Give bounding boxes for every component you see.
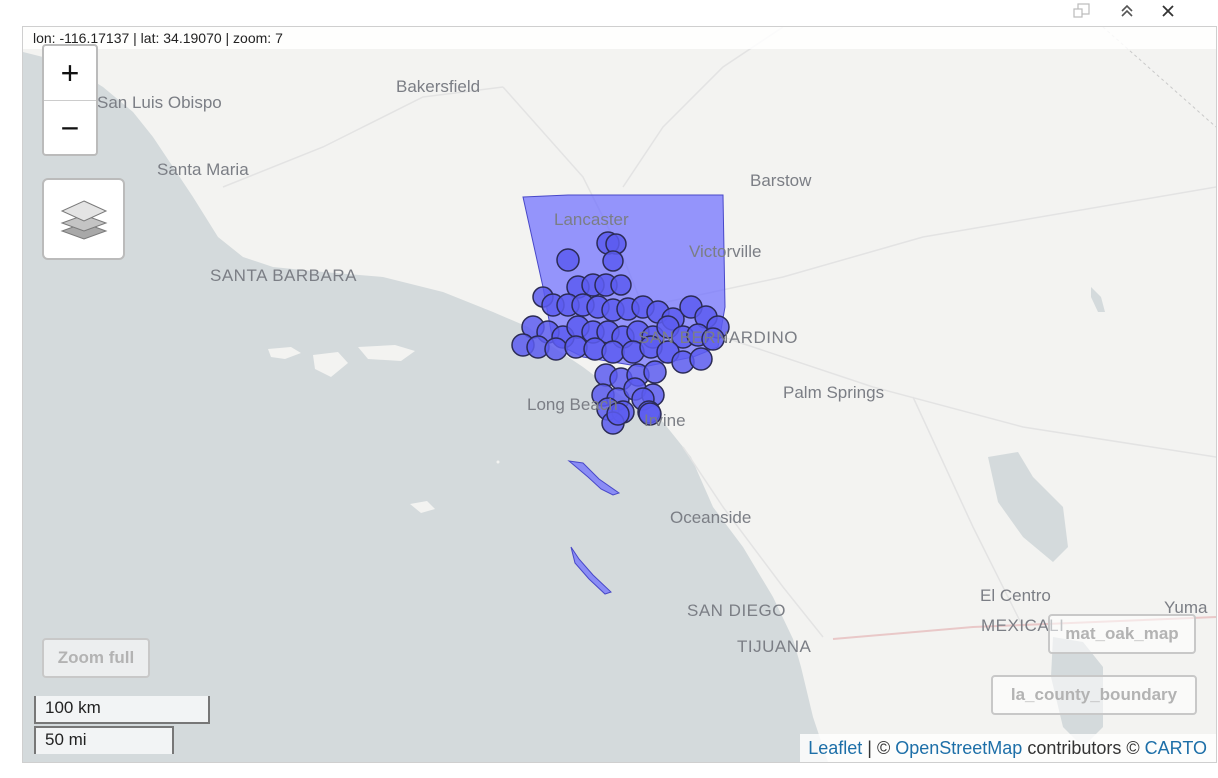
label-victorville: Victorville <box>689 242 762 261</box>
label-barstow: Barstow <box>750 171 812 190</box>
label-santa-barbara: SANTA BARBARA <box>210 266 357 285</box>
zoom-full-button[interactable]: Zoom full <box>42 638 150 678</box>
attribution-contributors: contributors © <box>1022 738 1145 758</box>
leaflet-link[interactable]: Leaflet <box>808 738 862 758</box>
scale-bar-mi: 50 mi <box>34 726 174 754</box>
openstreetmap-link[interactable]: OpenStreetMap <box>895 738 1022 758</box>
zoom-in-button[interactable]: + <box>44 46 96 101</box>
carto-link[interactable]: CARTO <box>1145 738 1207 758</box>
label-oceanside: Oceanside <box>670 508 752 527</box>
label-san-luis-obispo: San Luis Obispo <box>97 93 222 112</box>
label-san-bernardino: SAN BERNARDINO <box>638 328 799 347</box>
mouse-coordinates: lon: -116.17137 | lat: 34.19070 | zoom: … <box>23 27 1216 49</box>
label-palm-springs: Palm Springs <box>783 383 885 402</box>
label-irvine: Irvine <box>644 411 686 430</box>
label-santa-maria: Santa Maria <box>157 160 249 179</box>
collapse-icon[interactable] <box>1114 0 1140 22</box>
label-tijuana: TIJUANA <box>737 637 812 656</box>
scale-bar-km: 100 km <box>34 696 210 724</box>
attribution: Leaflet | © OpenStreetMap contributors ©… <box>800 734 1216 762</box>
close-icon[interactable] <box>1155 0 1181 22</box>
zoom-out-button[interactable]: − <box>44 101 96 155</box>
map-canvas[interactable]: lon: -116.17137 | lat: 34.19070 | zoom: … <box>22 26 1217 763</box>
label-el-centro: El Centro <box>980 586 1051 605</box>
viewer-toolbar <box>0 0 1218 24</box>
label-lancaster: Lancaster <box>554 210 629 229</box>
label-long-beach: Long Beach <box>527 395 618 414</box>
popout-icon[interactable] <box>1069 0 1095 22</box>
layers-control-button[interactable] <box>42 178 125 260</box>
label-bakersfield: Bakersfield <box>396 77 481 96</box>
basemap <box>23 27 1216 762</box>
label-san-diego: SAN DIEGO <box>687 601 786 620</box>
attribution-separator: | © <box>862 738 896 758</box>
layers-icon <box>60 200 107 240</box>
layer-button-mat-oak-map[interactable]: mat_oak_map <box>1048 614 1196 654</box>
zoom-control: + − <box>42 44 98 156</box>
layer-button-la-county-boundary[interactable]: la_county_boundary <box>991 675 1197 715</box>
